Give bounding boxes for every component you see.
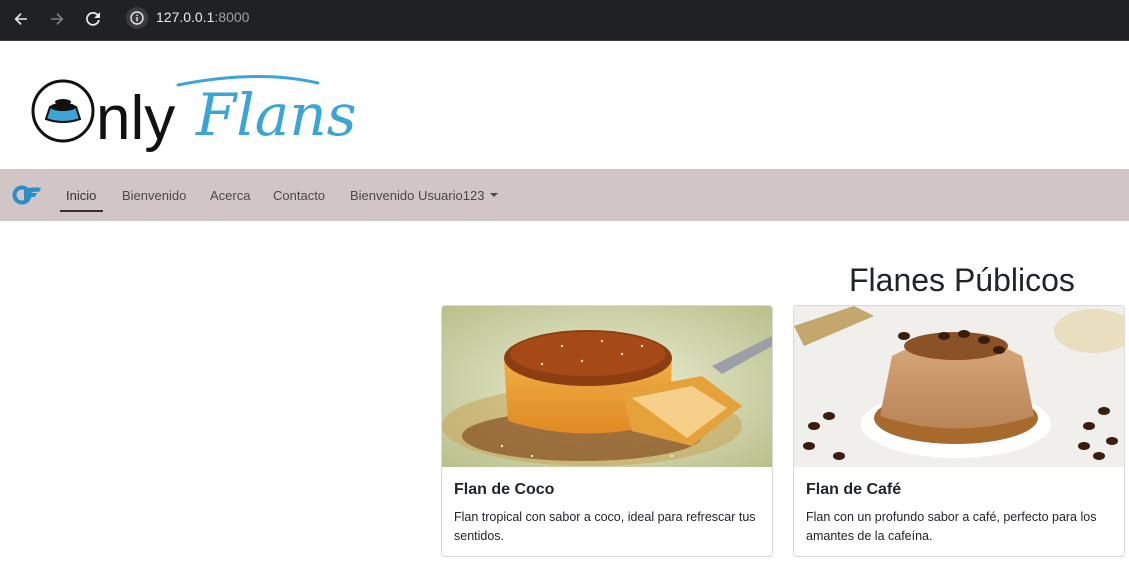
caret-down-icon xyxy=(490,192,499,197)
flan-cafe-image xyxy=(794,306,1124,467)
card-description: Flan tropical con sabor a coco, ideal pa… xyxy=(454,510,756,543)
forward-arrow-icon[interactable] xyxy=(45,7,69,31)
card-description: Flan con un profundo sabor a café, perfe… xyxy=(806,510,1097,543)
card-title: Flan de Coco xyxy=(454,481,555,498)
logo-text-flans: Flans xyxy=(195,81,357,149)
logo-text-only: nly xyxy=(96,84,175,153)
page-title: Flanes Públicos xyxy=(849,262,1075,298)
brand-logo-icon[interactable] xyxy=(12,184,42,206)
onlyflans-logo[interactable]: nly Flans xyxy=(28,71,388,155)
flan-card-coco[interactable]: Flan de Coco Flan tropical con sabor a c… xyxy=(441,305,773,557)
site-info-icon[interactable] xyxy=(126,7,148,29)
flan-coco-image xyxy=(442,306,772,467)
nav-item-inicio[interactable]: Inicio xyxy=(66,188,96,203)
nav-item-bienvenido[interactable]: Bienvenido xyxy=(122,188,186,203)
card-title: Flan de Café xyxy=(806,481,902,498)
active-nav-indicator xyxy=(60,210,103,212)
flan-card-cafe[interactable]: Flan de Café Flan con un profundo sabor … xyxy=(793,305,1125,557)
nav-item-contacto[interactable]: Contacto xyxy=(273,188,325,203)
url-host: 127.0.0.1 xyxy=(156,9,215,25)
browser-toolbar: 127.0.0.1:8000 xyxy=(0,0,1129,41)
user-dropdown-label: Bienvenido Usuario123 xyxy=(350,188,485,203)
url-text: 127.0.0.1:8000 xyxy=(156,9,249,25)
main-navbar: Inicio Bienvenido Acerca Contacto Bienve… xyxy=(0,169,1129,221)
nav-item-acerca[interactable]: Acerca xyxy=(210,188,250,203)
back-arrow-icon[interactable] xyxy=(9,7,33,31)
reload-icon[interactable] xyxy=(81,7,105,31)
site-header: nly Flans xyxy=(0,41,1129,169)
url-port: :8000 xyxy=(214,9,250,25)
nav-user-dropdown[interactable]: Bienvenido Usuario123 xyxy=(350,188,499,203)
address-bar[interactable]: 127.0.0.1:8000 xyxy=(120,4,1129,32)
